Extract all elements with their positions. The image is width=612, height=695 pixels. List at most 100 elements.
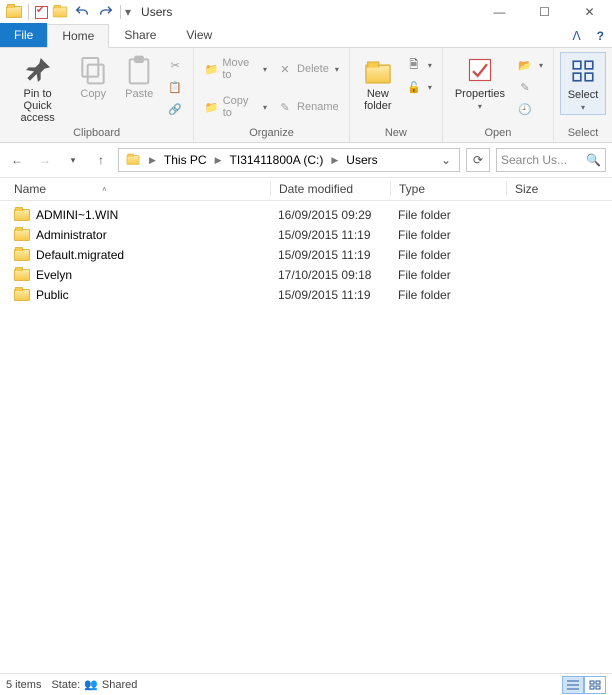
share-state: State: 👥 Shared: [51, 678, 137, 691]
copy-path-button[interactable]: 📋: [163, 76, 187, 98]
folder-icon: [14, 209, 30, 221]
copyto-icon: 📁: [204, 99, 218, 115]
paste-button[interactable]: Paste: [117, 52, 161, 102]
tab-share[interactable]: Share: [109, 23, 171, 47]
shortcut-icon: 🔗: [167, 101, 183, 117]
crumb-sep-icon[interactable]: ▶: [329, 155, 340, 166]
address-history-button[interactable]: ⌄: [435, 153, 457, 167]
crumb-drive[interactable]: TI31411800A (C:): [226, 149, 328, 171]
file-date: 16/09/2015 09:29: [270, 208, 390, 222]
column-size[interactable]: Size: [506, 182, 612, 196]
nav-row: ← → ▾ ↑ ▶ This PC ▶ TI31411800A (C:) ▶ U…: [0, 143, 612, 177]
delete-icon: ✕: [277, 61, 293, 77]
group-clipboard-label: Clipboard: [6, 126, 187, 140]
delete-button[interactable]: ✕ Delete▾: [273, 58, 343, 80]
table-row[interactable]: Default.migrated 15/09/2015 11:19File fol…: [0, 245, 612, 265]
file-date: 15/09/2015 11:19: [270, 248, 390, 262]
tab-view[interactable]: View: [171, 23, 227, 47]
copy-to-button[interactable]: 📁 Copy to▾: [200, 96, 271, 118]
crumb-sep-icon[interactable]: ▶: [147, 155, 158, 166]
table-row[interactable]: ADMINI~1.WIN16/09/2015 09:29File folder: [0, 205, 612, 225]
help-button[interactable]: ?: [589, 25, 612, 47]
thumbnails-view-button[interactable]: [584, 676, 606, 694]
ribbon-tabs: File Home Share View ᐱ ?: [0, 24, 612, 48]
table-row[interactable]: Evelyn17/10/2015 09:18File folder: [0, 265, 612, 285]
rename-icon: ✎: [277, 99, 293, 115]
tab-home[interactable]: Home: [47, 24, 109, 48]
edit-button[interactable]: ✎: [513, 76, 547, 98]
paste-shortcut-button[interactable]: 🔗: [163, 98, 187, 120]
crumb-users[interactable]: Users: [342, 149, 381, 171]
qat-customize[interactable]: ▾: [120, 5, 135, 19]
properties-label: Properties: [455, 88, 505, 100]
copy-icon: [77, 54, 109, 86]
easy-access-button[interactable]: 🔓▾: [402, 76, 436, 98]
qat-properties-icon[interactable]: [35, 6, 48, 19]
history-button[interactable]: 🕘: [513, 98, 547, 120]
new-item-button[interactable]: 🗎▾: [402, 54, 436, 76]
column-name[interactable]: Name˄: [14, 182, 270, 196]
refresh-button[interactable]: ⟳: [466, 148, 490, 172]
column-header: Name˄ Date modified Type Size: [0, 177, 612, 201]
newitem-icon: 🗎: [406, 57, 422, 73]
scissors-icon: ✂: [167, 57, 183, 73]
group-select: Select ▾ Select: [554, 48, 612, 142]
move-to-button[interactable]: 📁 Move to▾: [200, 58, 271, 80]
ribbon: Pin to Quick access Copy Paste ✂ 📋 🔗 Cli…: [0, 48, 612, 143]
details-view-button[interactable]: [562, 676, 584, 694]
column-date[interactable]: Date modified: [270, 182, 390, 196]
file-name: Administrator: [36, 228, 107, 242]
file-type: File folder: [390, 228, 506, 242]
sort-indicator-icon: ˄: [102, 185, 107, 194]
column-type[interactable]: Type: [390, 182, 506, 196]
rename-button[interactable]: ✎ Rename: [273, 96, 343, 118]
back-button[interactable]: ←: [6, 149, 28, 171]
group-organize: 📁 Move to▾ 📁 Copy to▾ ✕ Delete▾ ✎ Rename: [194, 48, 350, 142]
quick-access-toolbar: ▾: [0, 2, 135, 22]
view-buttons: [562, 676, 606, 694]
group-select-label: Select: [560, 126, 606, 140]
properties-button[interactable]: Properties ▾: [449, 52, 511, 113]
properties-icon: [464, 54, 496, 86]
copy-button[interactable]: Copy: [71, 52, 115, 102]
select-button[interactable]: Select ▾: [560, 52, 606, 115]
address-bar[interactable]: ▶ This PC ▶ TI31411800A (C:) ▶ Users ⌄: [118, 148, 460, 172]
ribbon-collapse-button[interactable]: ᐱ: [564, 25, 588, 47]
new-folder-button[interactable]: New folder: [356, 52, 400, 114]
minimize-button[interactable]: ―: [477, 0, 522, 24]
history-icon: 🕘: [517, 101, 533, 117]
select-icon: [567, 55, 599, 87]
crumb-this-pc[interactable]: This PC: [160, 149, 211, 171]
undo-button[interactable]: [72, 2, 92, 22]
file-date: 15/09/2015 11:19: [270, 288, 390, 302]
people-icon: 👥: [84, 678, 98, 691]
up-button[interactable]: ↑: [90, 149, 112, 171]
search-input[interactable]: Search Us... 🔍: [496, 148, 606, 172]
cut-button[interactable]: ✂: [163, 54, 187, 76]
window-title: Users: [141, 5, 172, 19]
crumb-sep-icon[interactable]: ▶: [213, 155, 224, 166]
file-name: Default.migrated: [36, 248, 124, 262]
group-open-label: Open: [449, 126, 547, 140]
recent-locations-button[interactable]: ▾: [62, 149, 84, 171]
close-button[interactable]: ✕: [567, 0, 612, 24]
maximize-button[interactable]: ☐: [522, 0, 567, 24]
file-date: 15/09/2015 11:19: [270, 228, 390, 242]
search-placeholder: Search Us...: [501, 153, 567, 167]
newfolder-label: New folder: [364, 88, 392, 112]
tab-file[interactable]: File: [0, 23, 47, 47]
open-button[interactable]: 📂▾: [513, 54, 547, 76]
table-row[interactable]: Public15/09/2015 11:19File folder: [0, 285, 612, 305]
table-row[interactable]: Administrator 15/09/2015 11:19File folder: [0, 225, 612, 245]
pin-to-quick-access-button[interactable]: Pin to Quick access: [6, 52, 69, 126]
group-clipboard: Pin to Quick access Copy Paste ✂ 📋 🔗 Cli…: [0, 48, 194, 142]
file-type: File folder: [390, 248, 506, 262]
folder-icon: [14, 269, 30, 281]
redo-button[interactable]: [96, 2, 116, 22]
qat-newfolder-icon[interactable]: [53, 7, 67, 18]
copypath-icon: 📋: [167, 79, 183, 95]
folder-icon: [14, 229, 30, 241]
forward-button[interactable]: →: [34, 149, 56, 171]
new-folder-icon: [362, 54, 394, 86]
file-name: Evelyn: [36, 268, 72, 282]
